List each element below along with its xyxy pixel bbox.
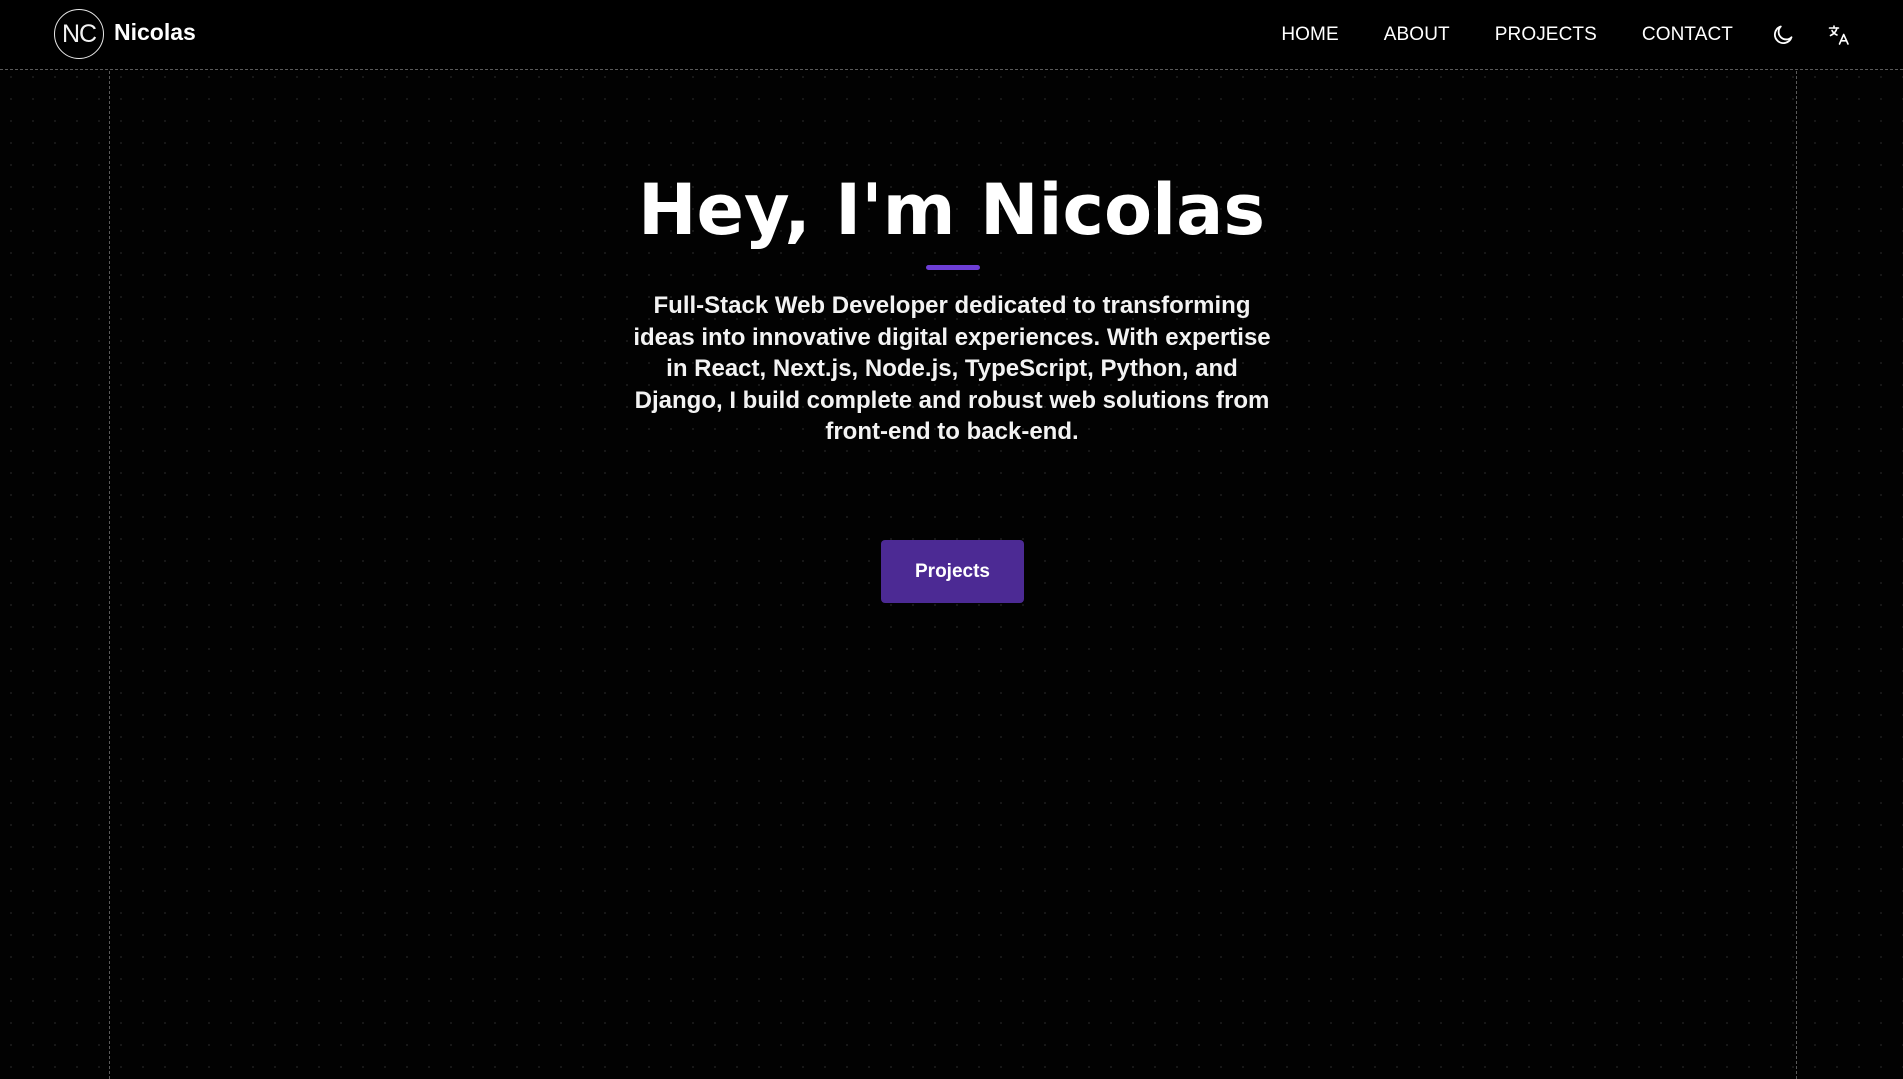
main-nav: HOME ABOUT PROJECTS CONTACT bbox=[1281, 0, 1852, 70]
moon-icon bbox=[1774, 25, 1793, 44]
brand-home-link[interactable]: NC Nicolas bbox=[54, 9, 196, 59]
site-header: NC Nicolas HOME ABOUT PROJECTS CONTACT bbox=[0, 0, 1903, 70]
projects-button[interactable]: Projects bbox=[881, 540, 1024, 603]
nav-link-projects[interactable]: PROJECTS bbox=[1495, 24, 1597, 46]
nav-link-home[interactable]: HOME bbox=[1281, 24, 1338, 46]
portfolio-page: NC Nicolas HOME ABOUT PROJECTS CONTACT H… bbox=[0, 0, 1903, 1079]
logo-badge: NC bbox=[54, 9, 104, 59]
brand-name: Nicolas bbox=[114, 18, 196, 45]
hero-title: Hey, I'm Nicolas bbox=[637, 169, 1266, 251]
translate-icon bbox=[1828, 25, 1849, 45]
logo-initials: NC bbox=[61, 19, 97, 48]
hero-description: Full-Stack Web Developer dedicated to tr… bbox=[633, 292, 1271, 445]
nav-link-about[interactable]: ABOUT bbox=[1384, 24, 1450, 46]
hero-title-underline bbox=[926, 265, 980, 270]
language-toggle-button[interactable] bbox=[1826, 22, 1852, 48]
nav-link-contact[interactable]: CONTACT bbox=[1642, 24, 1733, 46]
theme-toggle-button[interactable] bbox=[1770, 22, 1796, 48]
